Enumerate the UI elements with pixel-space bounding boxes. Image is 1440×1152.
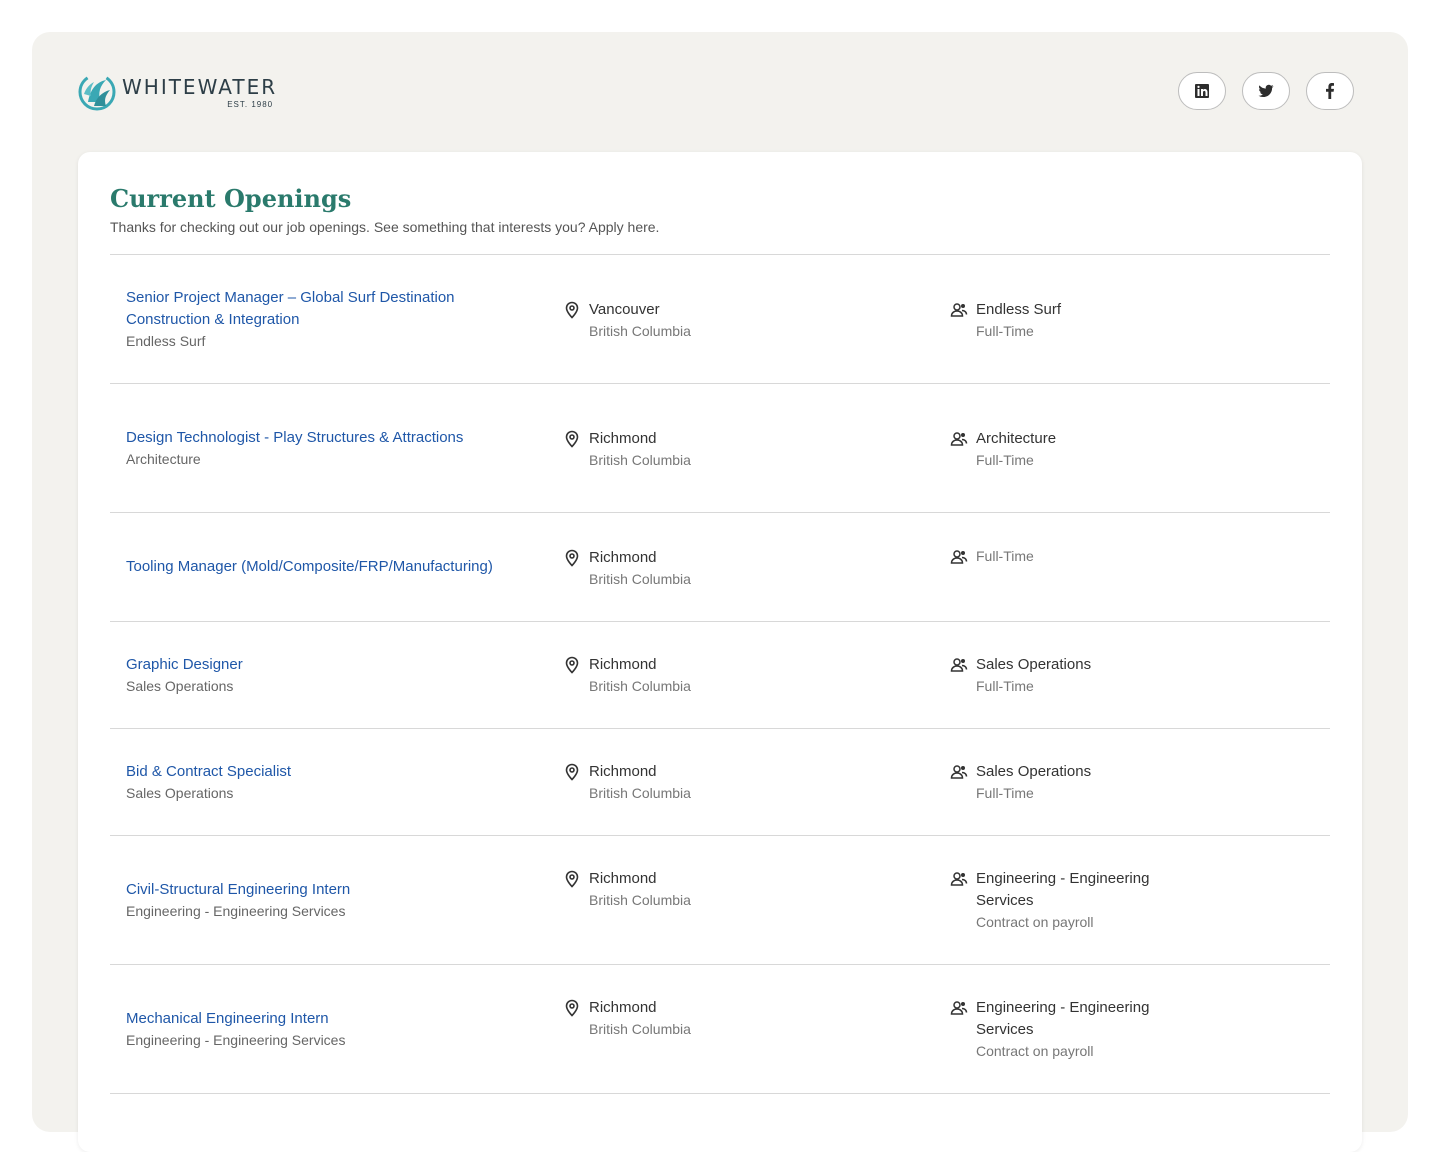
team-icon <box>950 301 968 319</box>
job-title-link[interactable]: Senior Project Manager – Global Surf Des… <box>126 287 496 331</box>
job-title-link[interactable]: Tooling Manager (Mold/Composite/FRP/Manu… <box>126 556 496 578</box>
job-row: Senior Project Manager – Global Surf Des… <box>110 255 1330 384</box>
facebook-button[interactable] <box>1306 72 1354 110</box>
team-icon <box>950 430 968 448</box>
job-row: Design Technologist - Play Structures & … <box>110 384 1330 513</box>
job-row: Bid & Contract Specialist Sales Operatio… <box>110 729 1330 836</box>
job-city: Richmond <box>589 870 657 887</box>
openings-card: Current Openings Thanks for checking out… <box>78 152 1362 1152</box>
job-title-link[interactable]: Design Technologist - Play Structures & … <box>126 427 496 449</box>
twitter-icon <box>1258 84 1274 98</box>
job-region: British Columbia <box>589 1021 691 1037</box>
job-region: British Columbia <box>589 678 691 694</box>
job-city: Richmond <box>589 430 657 447</box>
job-list: Senior Project Manager – Global Surf Des… <box>110 254 1330 1094</box>
job-region: British Columbia <box>589 452 691 468</box>
job-title-link[interactable]: Graphic Designer <box>126 654 496 676</box>
location-pin-icon <box>563 656 581 674</box>
job-city: Richmond <box>589 549 657 566</box>
location-pin-icon <box>563 870 581 888</box>
logo-mark-icon <box>78 73 116 111</box>
job-type: Full-Time <box>976 452 1034 468</box>
job-region: British Columbia <box>589 785 691 801</box>
whitewater-logo[interactable]: WHITEWATER EST. 1980 <box>78 72 277 112</box>
job-department: Sales Operations <box>126 677 234 694</box>
job-city: Richmond <box>589 656 657 673</box>
location-pin-icon <box>563 549 581 567</box>
job-team: Endless Surf <box>976 301 1062 318</box>
page-title: Current Openings <box>110 184 352 213</box>
linkedin-button[interactable] <box>1178 72 1226 110</box>
location-pin-icon <box>563 301 581 319</box>
job-team: Engineering - Engineering Services <box>976 999 1150 1038</box>
job-team: Engineering - Engineering Services <box>976 870 1150 909</box>
job-row: Mechanical Engineering Intern Engineerin… <box>110 965 1330 1094</box>
page-subtitle: Thanks for checking out our job openings… <box>110 219 660 235</box>
facebook-icon <box>1326 83 1334 99</box>
job-team: Sales Operations <box>976 656 1092 673</box>
job-row: Civil-Structural Engineering Intern Engi… <box>110 836 1330 965</box>
job-team: Sales Operations <box>976 763 1092 780</box>
job-type: Full-Time <box>976 323 1034 339</box>
job-department: Architecture <box>126 450 201 467</box>
team-icon <box>950 763 968 781</box>
location-pin-icon <box>563 763 581 781</box>
job-region: British Columbia <box>589 323 691 339</box>
location-pin-icon <box>563 999 581 1017</box>
job-type: Full-Time <box>976 678 1034 694</box>
job-title-link[interactable]: Bid & Contract Specialist <box>126 761 496 783</box>
job-department: Endless Surf <box>126 332 206 349</box>
page-frame: WHITEWATER EST. 1980 Current Openings Th… <box>32 32 1408 1152</box>
job-type: Full-Time <box>976 548 1034 564</box>
team-icon <box>950 656 968 674</box>
job-city: Richmond <box>589 999 657 1016</box>
job-row: Tooling Manager (Mold/Composite/FRP/Manu… <box>110 513 1330 622</box>
job-row: Graphic Designer Sales Operations Richmo… <box>110 622 1330 729</box>
job-city: Richmond <box>589 763 657 780</box>
job-title-link[interactable]: Mechanical Engineering Intern <box>126 1008 496 1030</box>
job-type: Full-Time <box>976 785 1034 801</box>
logo-established: EST. 1980 <box>227 99 274 109</box>
job-department: Engineering - Engineering Services <box>126 902 346 919</box>
job-department: Engineering - Engineering Services <box>126 1031 346 1048</box>
team-icon <box>950 548 968 566</box>
team-icon <box>950 999 968 1017</box>
job-team: Architecture <box>976 430 1057 447</box>
job-title-link[interactable]: Civil-Structural Engineering Intern <box>126 879 496 901</box>
team-icon <box>950 870 968 888</box>
job-type: Contract on payroll <box>976 1043 1094 1059</box>
logo-wordmark: WHITEWATER <box>122 74 278 99</box>
job-city: Vancouver <box>589 301 660 318</box>
job-region: British Columbia <box>589 892 691 908</box>
social-links <box>1178 72 1354 110</box>
twitter-button[interactable] <box>1242 72 1290 110</box>
job-region: British Columbia <box>589 571 691 587</box>
location-pin-icon <box>563 430 581 448</box>
job-department: Sales Operations <box>126 784 234 801</box>
job-type: Contract on payroll <box>976 914 1094 930</box>
linkedin-icon <box>1195 84 1209 98</box>
